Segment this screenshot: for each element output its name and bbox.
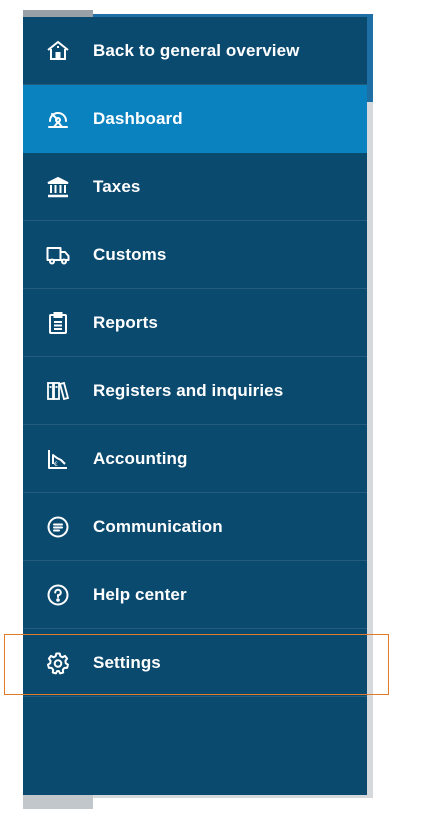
nav-item-label: Back to general overview [93, 40, 300, 60]
nav-item-label: Communication [93, 516, 223, 536]
bank-building-icon [43, 172, 73, 202]
dashboard-gauge-icon [43, 104, 73, 134]
nav-item-dashboard[interactable]: Dashboard [23, 85, 367, 153]
home-icon [43, 36, 73, 66]
gear-icon [43, 648, 73, 678]
sidebar-right-edge-accent [367, 20, 373, 102]
nav-item-label: Settings [93, 652, 161, 672]
nav-item-label: Customs [93, 244, 167, 264]
accounting-chart-icon: € [43, 444, 73, 474]
nav-item-label: Help center [93, 584, 187, 604]
nav-item-reports[interactable]: Reports [23, 289, 367, 357]
nav-item-back-to-overview[interactable]: Back to general overview [23, 17, 367, 85]
nav-item-label: Registers and inquiries [93, 380, 284, 400]
svg-text:€: € [54, 461, 58, 468]
registers-binders-icon [43, 376, 73, 406]
sidebar-right-edge [367, 20, 373, 798]
nav-item-label: Accounting [93, 448, 188, 468]
sidebar-nav: Back to general overview Dashboard Taxes… [23, 17, 367, 795]
chat-bubble-icon [43, 512, 73, 542]
bottom-tab [23, 795, 93, 809]
nav-item-label: Taxes [93, 176, 141, 196]
nav-item-label: Dashboard [93, 108, 183, 128]
nav-item-label: Reports [93, 312, 158, 332]
nav-item-settings[interactable]: Settings [23, 629, 367, 697]
nav-item-registers[interactable]: Registers and inquiries [23, 357, 367, 425]
nav-item-taxes[interactable]: Taxes [23, 153, 367, 221]
nav-item-help-center[interactable]: Help center [23, 561, 367, 629]
nav-item-communication[interactable]: Communication [23, 493, 367, 561]
nav-item-accounting[interactable]: € Accounting [23, 425, 367, 493]
truck-icon [43, 240, 73, 270]
bottom-edge-line [93, 795, 373, 798]
help-question-icon [43, 580, 73, 610]
clipboard-report-icon [43, 308, 73, 338]
nav-item-customs[interactable]: Customs [23, 221, 367, 289]
